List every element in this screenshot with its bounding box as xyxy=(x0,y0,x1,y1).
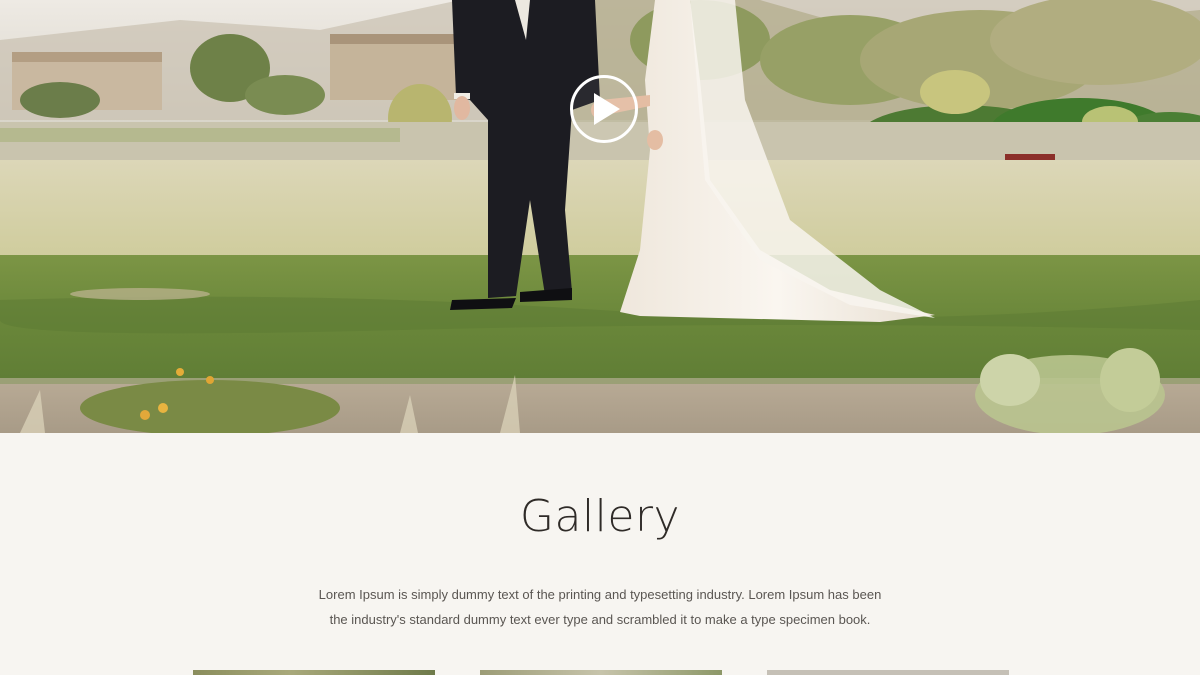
gallery-description-line-2: the industry's standard dummy text ever … xyxy=(329,612,871,627)
gallery-description: Lorem Ipsum is simply dummy text of the … xyxy=(300,582,900,632)
gallery-image-2[interactable] xyxy=(480,670,722,675)
play-video-button[interactable] xyxy=(570,75,638,143)
gallery-section: Gallery Lorem Ipsum is simply dummy text… xyxy=(0,433,1200,675)
play-icon xyxy=(594,93,620,125)
wedding-couple-video-frame xyxy=(0,0,1200,433)
gallery-image-3[interactable] xyxy=(767,670,1009,675)
hero-video[interactable] xyxy=(0,0,1200,433)
gallery-image-1[interactable] xyxy=(193,670,435,675)
gallery-heading: Gallery xyxy=(519,491,681,542)
gallery-description-line-1: Lorem Ipsum is simply dummy text of the … xyxy=(318,587,882,602)
